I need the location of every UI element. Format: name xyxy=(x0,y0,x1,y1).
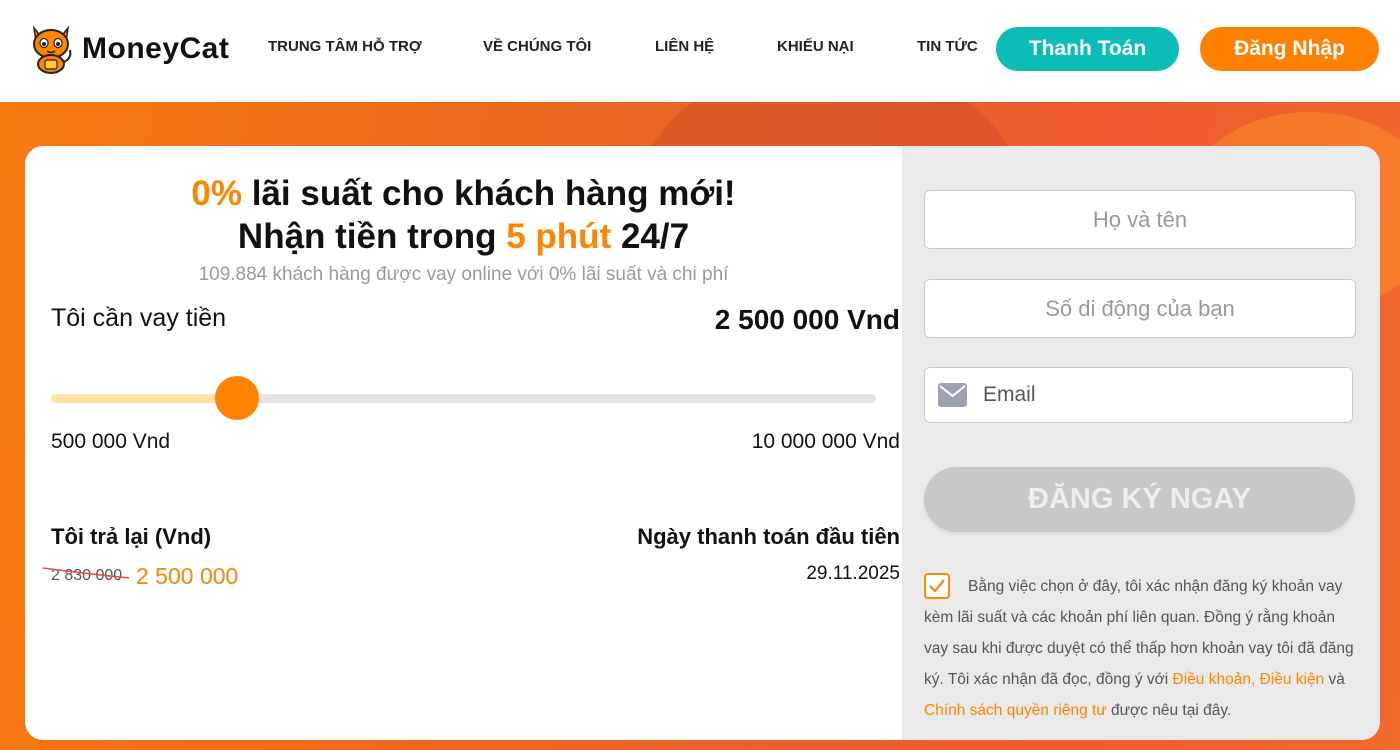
brand-name: MoneyCat xyxy=(82,32,230,65)
consent-block: Bằng việc chọn ở đây, tôi xác nhận đăng … xyxy=(924,571,1354,726)
headline-text: lãi suất cho khách hàng mới! xyxy=(242,174,736,213)
consent-text-part: và xyxy=(1324,671,1345,688)
loan-amount-label: Tôi cần vay tiền xyxy=(51,304,227,332)
first-payment-date: 29.11.2025 xyxy=(806,563,900,584)
terms-link[interactable]: Điều khoản, Điều kiện xyxy=(1173,671,1325,688)
consent-text-part: được nêu tại đây. xyxy=(1106,702,1232,719)
headline-highlight: 0% xyxy=(191,174,242,213)
loan-amount-slider[interactable] xyxy=(51,376,876,420)
headline-line-1: 0% lãi suất cho khách hàng mới! xyxy=(25,172,902,215)
customer-count-subline: 109.884 khách hàng được vay online với 0… xyxy=(198,264,729,285)
headline-text: 24/7 xyxy=(611,217,690,256)
site-header: MoneyCat TRUNG TÂM HỖ TRỢ VỀ CHÚNG TÔI L… xyxy=(0,0,1400,102)
logo[interactable]: MoneyCat xyxy=(28,24,229,74)
headline-highlight: 5 phút xyxy=(506,217,612,256)
cat-logo-icon xyxy=(32,25,72,74)
register-button[interactable]: ĐĂNG KÝ NGAY xyxy=(924,467,1355,532)
registration-form: Họ và tên Số di động của bạn Email ĐĂNG … xyxy=(902,146,1380,740)
strikethrough-mark xyxy=(42,567,130,579)
repay-label: Tôi trả lại (Vnd) xyxy=(51,524,212,549)
headline-line-2: Nhận tiền trong 5 phút 24/7 xyxy=(25,215,902,258)
checkmark-icon xyxy=(929,579,945,593)
headline-text: Nhận tiền trong xyxy=(237,217,507,256)
nav-item-about[interactable]: VỀ CHÚNG TÔI xyxy=(483,38,591,55)
full-name-input[interactable]: Họ và tên xyxy=(924,190,1356,249)
mail-icon xyxy=(938,383,967,407)
repay-new-amount: 2 500 000 xyxy=(136,563,239,589)
first-payment-label: Ngày thanh toán đầu tiên xyxy=(637,524,900,549)
loan-calculator: 0% lãi suất cho khách hàng mới! Nhận tiề… xyxy=(25,146,902,740)
email-placeholder: Email xyxy=(983,383,1036,406)
slider-min-label: 500 000 Vnd xyxy=(51,430,171,453)
login-button[interactable]: Đăng Nhập xyxy=(1200,27,1379,71)
nav-item-news[interactable]: TIN TỨC xyxy=(917,38,978,55)
slider-handle[interactable] xyxy=(215,376,259,420)
slider-fill xyxy=(51,394,237,403)
consent-checkbox[interactable] xyxy=(924,573,950,599)
nav-item-support[interactable]: TRUNG TÂM HỖ TRỢ xyxy=(268,38,422,55)
consent-text: Bằng việc chọn ở đây, tôi xác nhận đăng … xyxy=(924,571,1354,726)
nav-item-contact[interactable]: LIÊN HỆ xyxy=(655,38,714,55)
loan-amount-value: 2 500 000 Vnd xyxy=(714,304,900,335)
email-input[interactable]: Email xyxy=(924,367,1353,423)
loan-card: 0% lãi suất cho khách hàng mới! Nhận tiề… xyxy=(25,146,1380,740)
phone-input[interactable]: Số di động của bạn xyxy=(924,279,1356,338)
pay-button[interactable]: Thanh Toán xyxy=(996,27,1179,71)
nav-item-complaints[interactable]: KHIẾU NẠI xyxy=(777,38,854,55)
slider-max-label: 10 000 000 Vnd xyxy=(751,430,900,453)
privacy-policy-link[interactable]: Chính sách quyền riêng tư xyxy=(924,702,1107,719)
